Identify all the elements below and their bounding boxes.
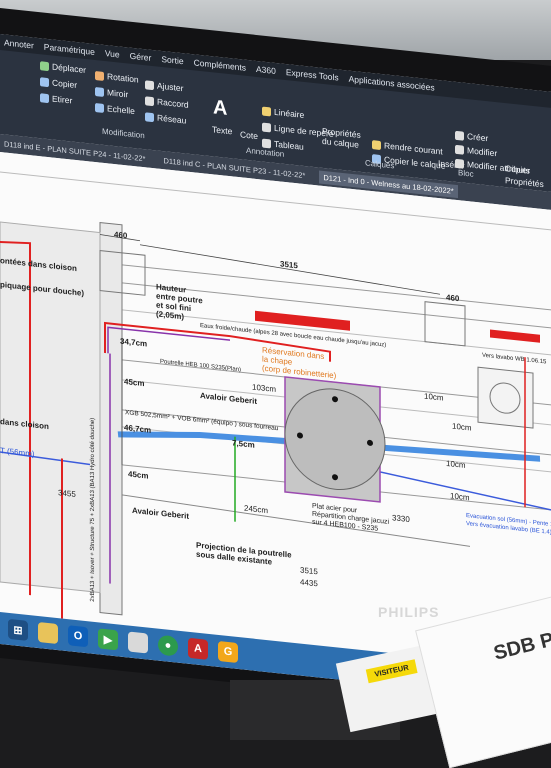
ajuster-button[interactable]: Ajuster [145, 79, 183, 93]
start-icon[interactable]: ⊞ [8, 618, 28, 641]
media-player-icon[interactable]: ▶ [98, 628, 118, 651]
lineaire-button[interactable]: Linéaire [262, 106, 304, 120]
cad-drawing-lines [0, 171, 551, 619]
menu-annoter[interactable]: Annoter [4, 37, 34, 50]
menu-vue[interactable]: Vue [105, 48, 120, 60]
dim-4435: 4435 [300, 577, 318, 589]
autocad-icon[interactable]: A [188, 637, 208, 660]
texte-button[interactable]: Texte [212, 124, 232, 136]
menu-express-tools[interactable]: Express Tools [286, 67, 339, 83]
copier-props-button[interactable]: Copier [505, 163, 530, 176]
array-icon [145, 111, 154, 122]
rotate-icon [95, 70, 104, 81]
menu-complements[interactable]: Compléments [194, 57, 246, 73]
outlook-icon[interactable]: O [68, 625, 88, 648]
menu-gerer[interactable]: Gérer [130, 51, 152, 63]
paper-title: SDB P2 [491, 625, 551, 665]
group-modification: Modification [102, 126, 145, 141]
files-icon[interactable] [128, 631, 148, 654]
leader-icon [262, 122, 271, 132]
group-calques: Calques [365, 158, 395, 171]
gmail-icon[interactable]: G [218, 640, 238, 664]
etirer-button[interactable]: Etirer [40, 92, 72, 106]
visitor-badge-label: VISITEUR [365, 659, 418, 684]
stretch-icon [40, 92, 49, 103]
miroir-button[interactable]: Miroir [95, 86, 128, 99]
dim-3515-top: 3515 [280, 259, 298, 271]
attributes-icon [455, 158, 464, 169]
layer-icon [372, 139, 381, 150]
dim-10d: 10cm [450, 491, 470, 503]
rotation-button[interactable]: Rotation [95, 70, 139, 85]
cote-button[interactable]: Cote [240, 129, 258, 141]
dim-10b: 10cm [452, 421, 472, 433]
modifier-button[interactable]: Modifier [455, 144, 497, 158]
trim-icon [145, 79, 154, 90]
creer-button[interactable]: Créer [455, 130, 488, 143]
chrome-icon[interactable]: ● [158, 634, 178, 657]
menu-a360[interactable]: A360 [256, 64, 276, 76]
group-bloc: Bloc [458, 168, 474, 179]
text-icon[interactable]: A [213, 96, 227, 121]
dim-460-left: 460 [114, 229, 128, 241]
dim-460-right: 460 [446, 292, 460, 304]
edit-icon [455, 144, 464, 155]
file-explorer-icon[interactable] [38, 621, 58, 645]
cad-drawing-canvas[interactable]: 460 3515 460 Hauteur entre poutre et sol… [0, 152, 551, 670]
reseau-button[interactable]: Réseau [145, 111, 186, 126]
menu-sortie[interactable]: Sortie [161, 54, 183, 66]
menu-parametrique[interactable]: Paramétrique [44, 42, 95, 57]
hauteur-note: Hauteur entre poutre et sol fini (2,05m) [156, 282, 203, 322]
deplacer-button[interactable]: Déplacer [40, 60, 86, 75]
screen: Annoter Paramétrique Vue Gérer Sortie Co… [0, 34, 551, 702]
dim-3455: 3455 [58, 488, 76, 499]
linear-dim-icon [262, 106, 271, 116]
dim-3330: 3330 [392, 513, 410, 525]
move-icon [40, 60, 49, 71]
create-icon [455, 130, 464, 141]
dim-3515-bottom: 3515 [300, 565, 318, 577]
copier-button[interactable]: Copier [40, 76, 77, 90]
fillet-icon [145, 95, 154, 106]
echelle-button[interactable]: Echelle [95, 102, 135, 116]
mirror-icon [95, 86, 104, 97]
copy-icon [40, 76, 49, 87]
monitor-brand-logo: PHILIPS [378, 604, 440, 620]
proprietes-calque-button[interactable]: Propriétés du calque [322, 126, 367, 151]
dim-10c: 10cm [446, 458, 466, 470]
scale-icon [95, 102, 104, 113]
dim-10a: 10cm [424, 391, 444, 403]
table-icon [262, 138, 271, 148]
raccord-button[interactable]: Raccord [145, 95, 189, 110]
cloison-vertical-note: 2xBA13 + Isover + Structure 75 + 2xBA13 … [90, 417, 96, 603]
